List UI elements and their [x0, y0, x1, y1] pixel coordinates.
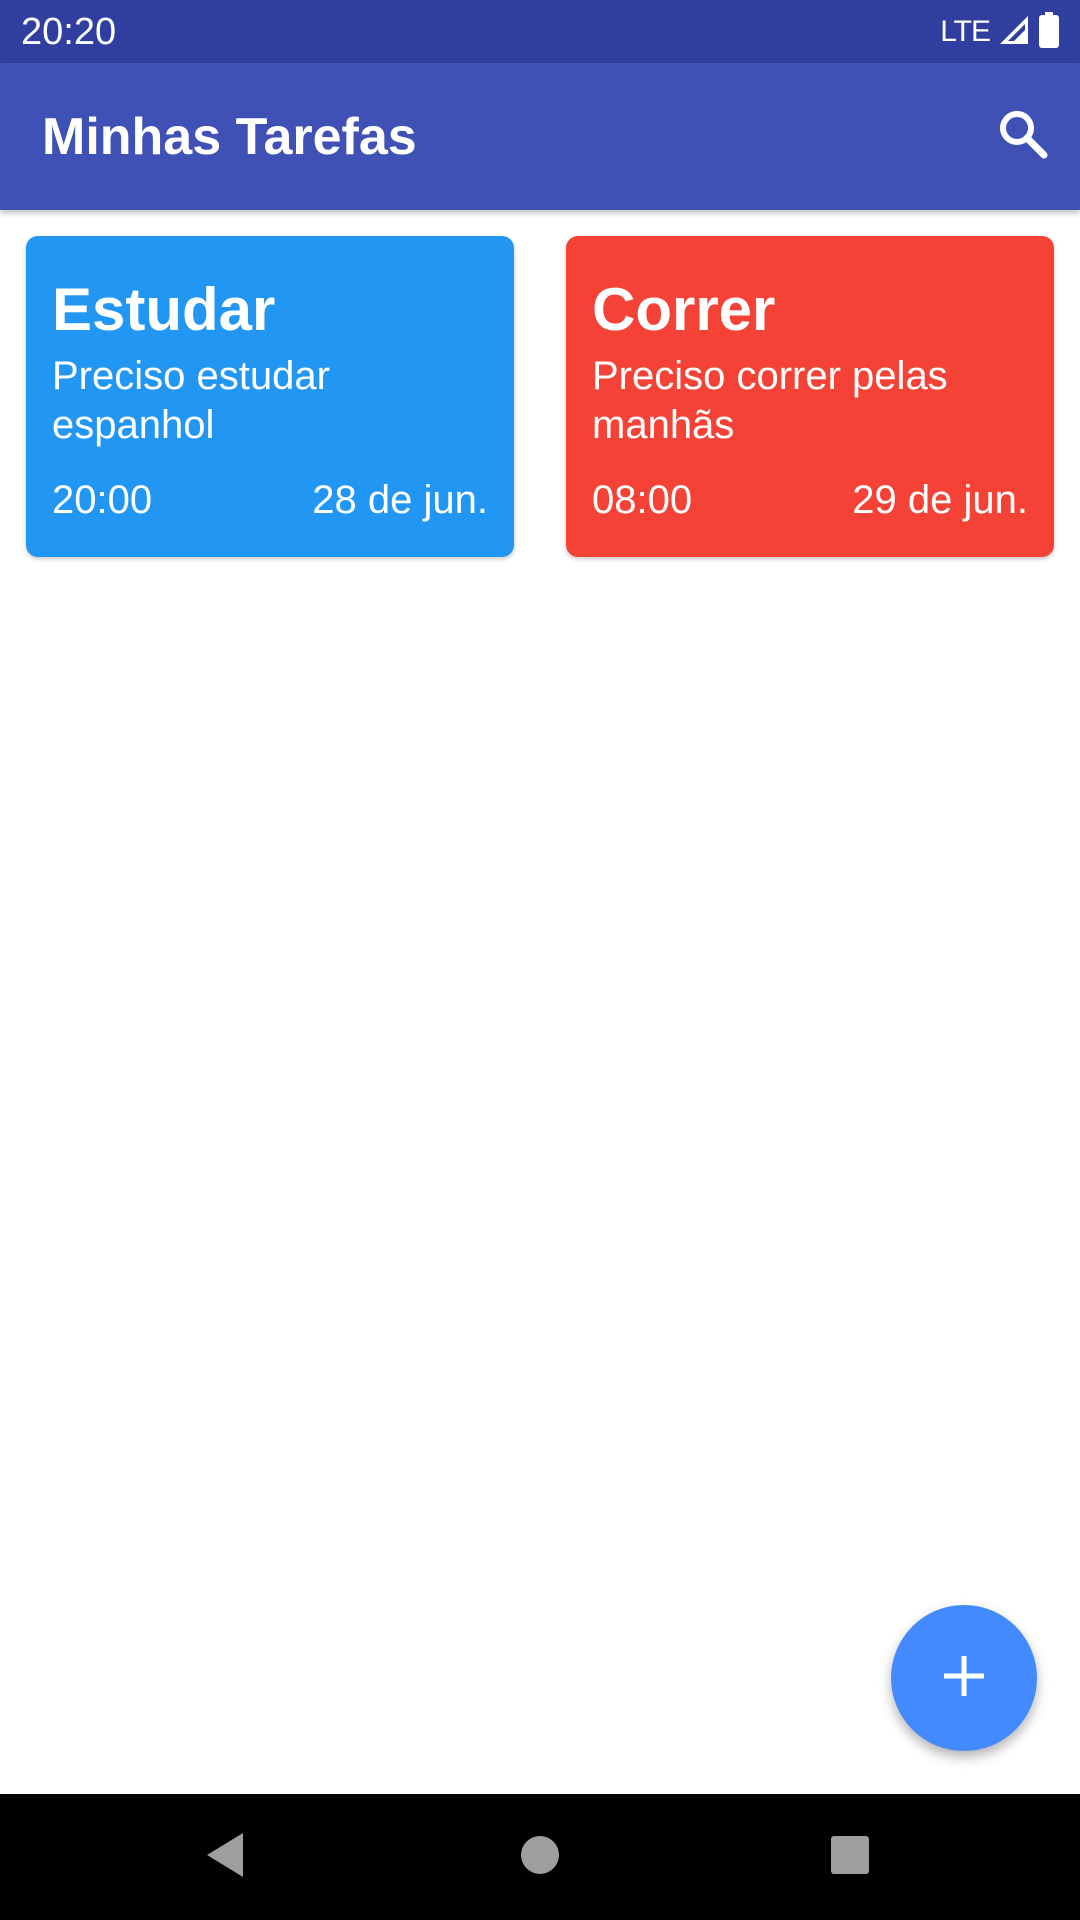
back-icon: [203, 1831, 247, 1884]
battery-icon: [1038, 11, 1060, 53]
recents-icon: [830, 1835, 870, 1880]
app-bar: Minhas Tarefas: [0, 63, 1080, 210]
search-button[interactable]: [985, 99, 1060, 174]
page-title: Minhas Tarefas: [42, 108, 417, 166]
task-card-correr[interactable]: Correr Preciso correr pelas manhãs 08:00…: [566, 236, 1054, 557]
recents-button[interactable]: [817, 1824, 883, 1890]
status-icons: LTE: [940, 11, 1060, 53]
task-title: Correr: [592, 276, 776, 343]
home-button[interactable]: [507, 1824, 573, 1890]
task-description: Preciso correr pelas manhãs: [592, 354, 948, 447]
task-time: 20:00: [52, 478, 153, 522]
status-time: 20:20: [21, 11, 117, 53]
screen: 20:20 LTE Minhas Tarefas Estudar Preciso…: [0, 0, 1080, 1920]
search-icon: [997, 108, 1049, 165]
plus-icon: [942, 1654, 986, 1703]
home-icon: [520, 1835, 560, 1880]
task-description: Preciso estudar espanhol: [52, 354, 330, 447]
task-date: 28 de jun.: [312, 478, 488, 522]
task-time: 08:00: [592, 478, 693, 522]
status-bar: 20:20 LTE: [0, 0, 1080, 63]
task-card-estudar[interactable]: Estudar Preciso estudar espanhol 20:00 2…: [26, 236, 514, 557]
navigation-bar: [0, 1794, 1080, 1920]
add-task-button[interactable]: [891, 1605, 1037, 1751]
task-title: Estudar: [52, 276, 276, 343]
network-type: LTE: [940, 15, 991, 48]
task-date: 29 de jun.: [852, 478, 1028, 522]
signal-icon: [998, 14, 1030, 51]
back-button[interactable]: [192, 1824, 258, 1890]
